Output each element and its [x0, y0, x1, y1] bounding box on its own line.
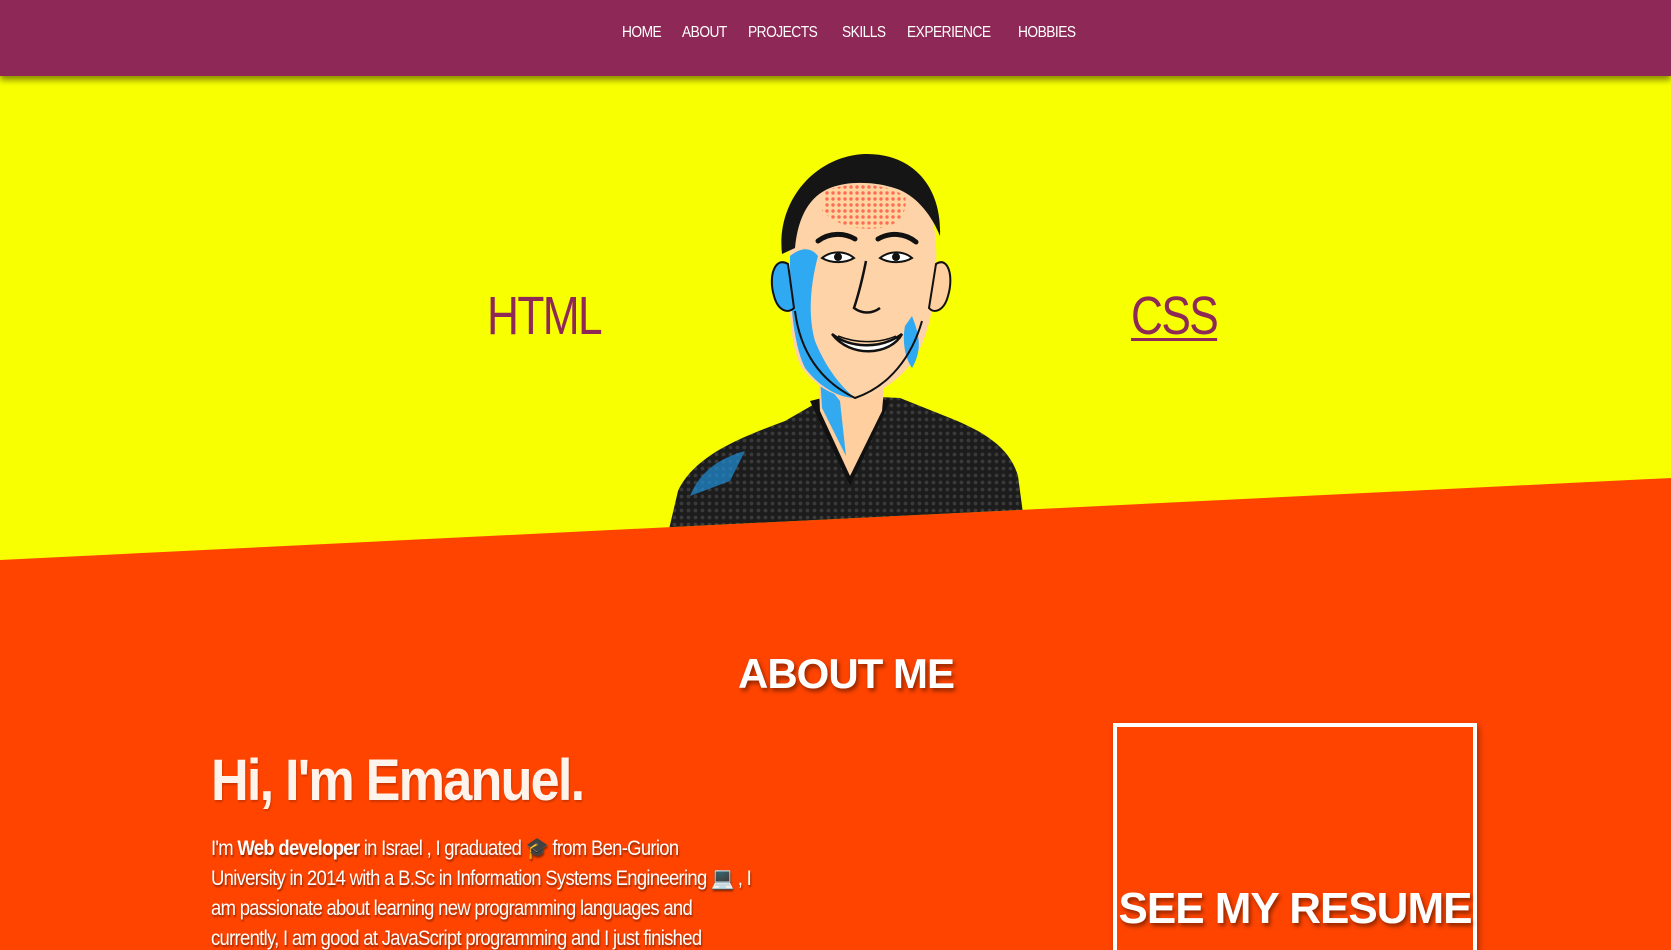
portrait-illustration	[658, 153, 1030, 560]
hero-section: HTML CSS	[0, 76, 1671, 560]
resume-card[interactable]: SEE MY RESUME	[1113, 723, 1477, 950]
laptop-icon: 💻	[710, 867, 734, 890]
nav-item-experience[interactable]: EXPERIENCE	[907, 22, 991, 44]
see-resume-button[interactable]: SEE MY RESUME	[1117, 887, 1473, 931]
bio-paragraph: I'm Web developer in Israel , I graduate…	[211, 834, 757, 950]
hero-word-css[interactable]: CSS	[1131, 289, 1219, 343]
bio-prefix: I'm	[211, 837, 238, 860]
nav-item-projects[interactable]: PROJECTS	[748, 22, 818, 44]
graduation-cap-icon: 🎓	[525, 837, 549, 860]
portfolio-page: HOME ABOUT PROJECTS SKILLS EXPERIENCE HO…	[0, 0, 1671, 950]
nav-item-skills[interactable]: SKILLS	[842, 22, 886, 44]
top-navbar: HOME ABOUT PROJECTS SKILLS EXPERIENCE HO…	[0, 0, 1671, 76]
about-section-title: ABOUT ME	[738, 649, 955, 697]
greeting-heading: Hi, I'm Emanuel.	[211, 748, 585, 813]
nav-item-home[interactable]: HOME	[622, 22, 662, 44]
nav-item-hobbies[interactable]: HOBBIES	[1018, 22, 1076, 44]
bio-part-1: in Israel , I graduated	[359, 837, 526, 860]
nav-item-about[interactable]: ABOUT	[682, 22, 727, 44]
nav-menu: HOME ABOUT PROJECTS SKILLS EXPERIENCE HO…	[622, 22, 1099, 44]
hero-word-html: HTML	[487, 286, 603, 346]
bio-role: Web developer	[237, 837, 360, 860]
